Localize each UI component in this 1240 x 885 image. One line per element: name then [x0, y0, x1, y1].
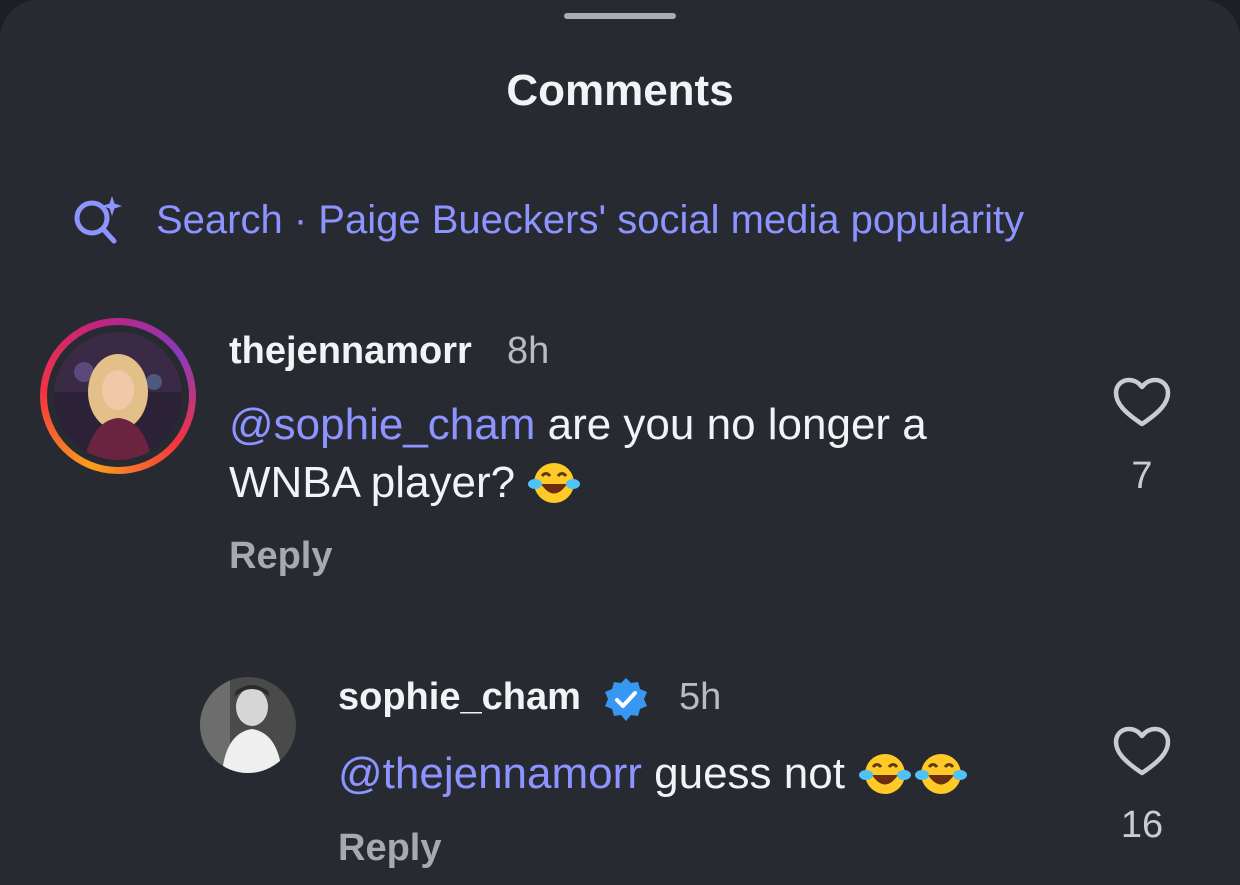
- comment-username[interactable]: sophie_cham: [338, 676, 581, 719]
- comment-text: @sophie_cham are you no longer a WNBA pl…: [229, 396, 1049, 522]
- comment-text-body: guess not: [641, 749, 845, 798]
- comment-text-line2: WNBA player?: [229, 458, 516, 507]
- like-count: 16: [1120, 804, 1164, 846]
- reply-button[interactable]: Reply: [338, 827, 441, 870]
- heart-icon[interactable]: [1112, 376, 1172, 435]
- comment-timestamp: 5h: [679, 676, 722, 718]
- comment-timestamp: 8h: [507, 330, 550, 372]
- avatar[interactable]: [200, 677, 296, 773]
- ai-search-icon: [70, 194, 126, 246]
- mention-link[interactable]: @thejennamorr: [338, 749, 642, 798]
- sheet-title: Comments: [506, 66, 734, 115]
- tears-of-joy-emoji: [527, 459, 581, 522]
- search-suggestion-label: Search · Paige Bueckers' social media po…: [156, 197, 1025, 242]
- like-count: 7: [1131, 455, 1153, 497]
- comment-text-line1: are you no longer a: [535, 400, 927, 449]
- avatar[interactable]: [54, 332, 182, 460]
- reply-button[interactable]: Reply: [229, 535, 332, 578]
- ai-search-suggestion[interactable]: Search · Paige Bueckers' social media po…: [70, 194, 1024, 246]
- comment-text: @thejennamorr guess not: [338, 745, 1098, 813]
- verified-badge-icon: [602, 676, 650, 729]
- heart-icon[interactable]: [1112, 725, 1172, 784]
- comment-username[interactable]: thejennamorr: [229, 330, 472, 373]
- tears-of-joy-emoji: [913, 750, 969, 813]
- drag-handle[interactable]: [564, 13, 676, 19]
- comments-sheet: Comments Search · Paige Bueckers' social…: [0, 0, 1240, 885]
- mention-link[interactable]: @sophie_cham: [229, 400, 535, 449]
- tears-of-joy-emoji: [857, 750, 913, 813]
